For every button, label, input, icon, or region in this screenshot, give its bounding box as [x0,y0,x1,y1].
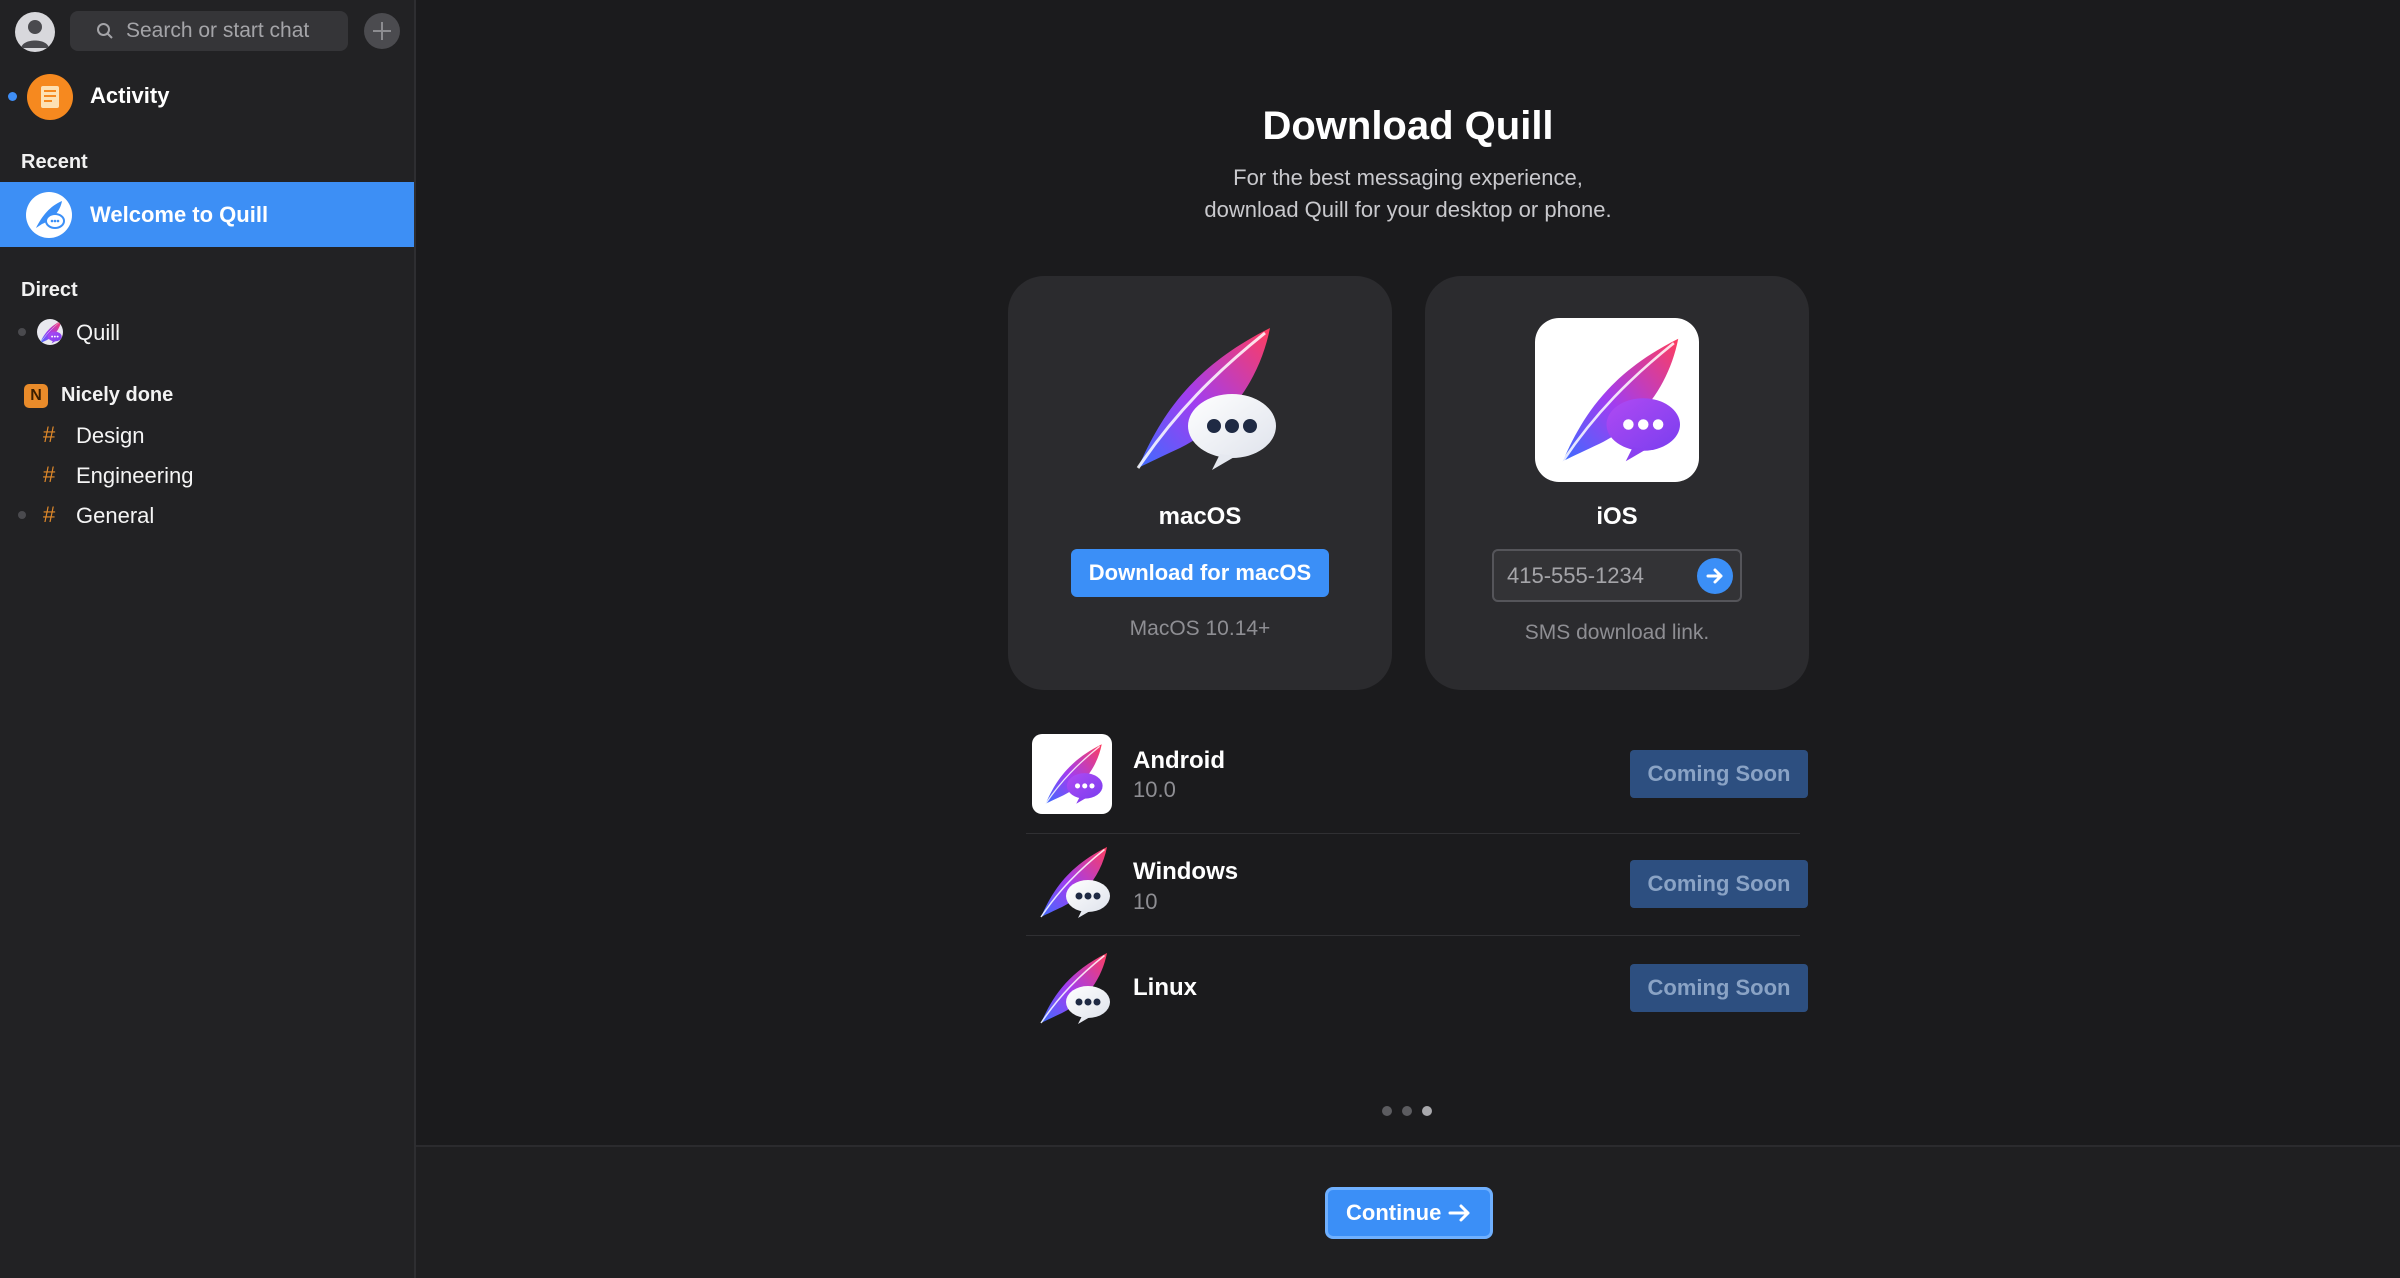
page-dot[interactable] [1382,1106,1392,1116]
footer-bar: Continue [416,1145,2400,1278]
search-input[interactable]: Search or start chat [70,11,348,51]
sidebar-item-quill[interactable]: Quill [0,313,414,351]
search-placeholder: Search or start chat [126,19,310,42]
sidebar-item-label: Activity [90,83,170,108]
section-title-direct: Direct [21,279,78,301]
phone-placeholder: 415-555-1234 [1507,563,1645,588]
sidebar-item-engineering[interactable]: # Engineering [0,456,414,494]
platform-name: macOS [1158,503,1242,530]
list-item-android: Android 10.0 Coming Soon [1026,722,1808,834]
channel-hash-icon: # [43,462,56,487]
sidebar-item-general[interactable]: # General [0,496,414,534]
activity-icon [27,74,73,120]
quill-feather-chat-icon [26,192,72,238]
app-tile [1535,318,1699,482]
coming-soon-button[interactable]: Coming Soon [1630,860,1808,908]
quill-feather-chat-icon [1547,330,1687,470]
sidebar-item-label: General [76,503,155,528]
platform-name: Linux [1133,974,1197,1001]
platform-name: Windows [1133,858,1239,885]
page-dot[interactable] [1402,1106,1412,1116]
unread-dot [18,511,26,519]
channel-hash-icon: # [43,502,56,527]
platform-name: Android [1133,747,1225,774]
presence-dot [18,328,26,336]
section-title-recent: Recent [21,151,88,173]
sidebar: Search or start chat Activity Recent Wel… [0,0,416,1278]
subtitle-line: For the best messaging experience, [1233,165,1583,190]
quill-feather-chat-icon [1032,842,1112,922]
quill-feather-chat-icon [1038,740,1106,808]
coming-soon-button[interactable]: Coming Soon [1630,750,1808,798]
quill-feather-chat-icon [1120,318,1280,478]
sidebar-item-activity[interactable]: Activity [0,70,414,124]
arrow-right-icon [1706,568,1723,584]
channel-hash-icon: # [43,422,56,447]
phone-number-input[interactable]: 415-555-1234 [1492,549,1742,602]
download-macos-button[interactable]: Download for macOS [1071,549,1329,597]
sidebar-item-label: Welcome to Quill [90,202,269,227]
sidebar-item-label: Design [76,423,145,448]
page-subtitle: For the best messaging experience, downl… [416,162,2400,226]
main-panel: Download Quill For the best messaging ex… [416,0,2400,1278]
send-sms-button[interactable] [1697,558,1733,594]
platform-version: 10.0 [1133,777,1176,802]
team-header[interactable]: N Nicely done [0,375,414,415]
quill-feather-chat-icon [37,319,63,345]
team-name: Nicely done [61,384,174,406]
continue-label: Continue [1346,1200,1442,1225]
sidebar-item-label: Quill [76,320,121,345]
page-title: Download Quill [1262,104,1554,148]
quill-feather-chat-icon [1032,948,1112,1028]
platform-requirement: MacOS 10.14+ [1129,617,1271,640]
user-avatar-icon[interactable] [15,12,55,52]
search-icon [97,23,113,39]
sidebar-item-design[interactable]: # Design [0,416,414,454]
arrow-right-icon [1448,1204,1470,1222]
plus-icon[interactable] [364,13,400,49]
subtitle-line: download Quill for your desktop or phone… [1204,197,1612,222]
macos-card: macOS Download for macOS MacOS 10.14+ [1008,276,1392,690]
team-badge: N [24,384,48,408]
ios-card: iOS 415-555-1234 SMS download link. [1425,276,1809,690]
page-dot-active[interactable] [1422,1106,1432,1116]
sidebar-item-welcome[interactable]: Welcome to Quill [0,182,414,247]
list-item-linux: Linux Coming Soon [1026,936,1808,1040]
unread-dot [8,92,17,101]
sidebar-header: Search or start chat [0,0,414,62]
platform-name: iOS [1596,503,1638,530]
app-tile [1032,734,1112,814]
platform-version: 10 [1133,889,1158,914]
continue-button[interactable]: Continue [1325,1187,1493,1239]
coming-soon-button[interactable]: Coming Soon [1630,964,1808,1012]
list-item-windows: Windows 10 Coming Soon [1026,834,1808,936]
platform-requirement: SMS download link. [1524,621,1710,644]
sidebar-item-label: Engineering [76,463,194,488]
